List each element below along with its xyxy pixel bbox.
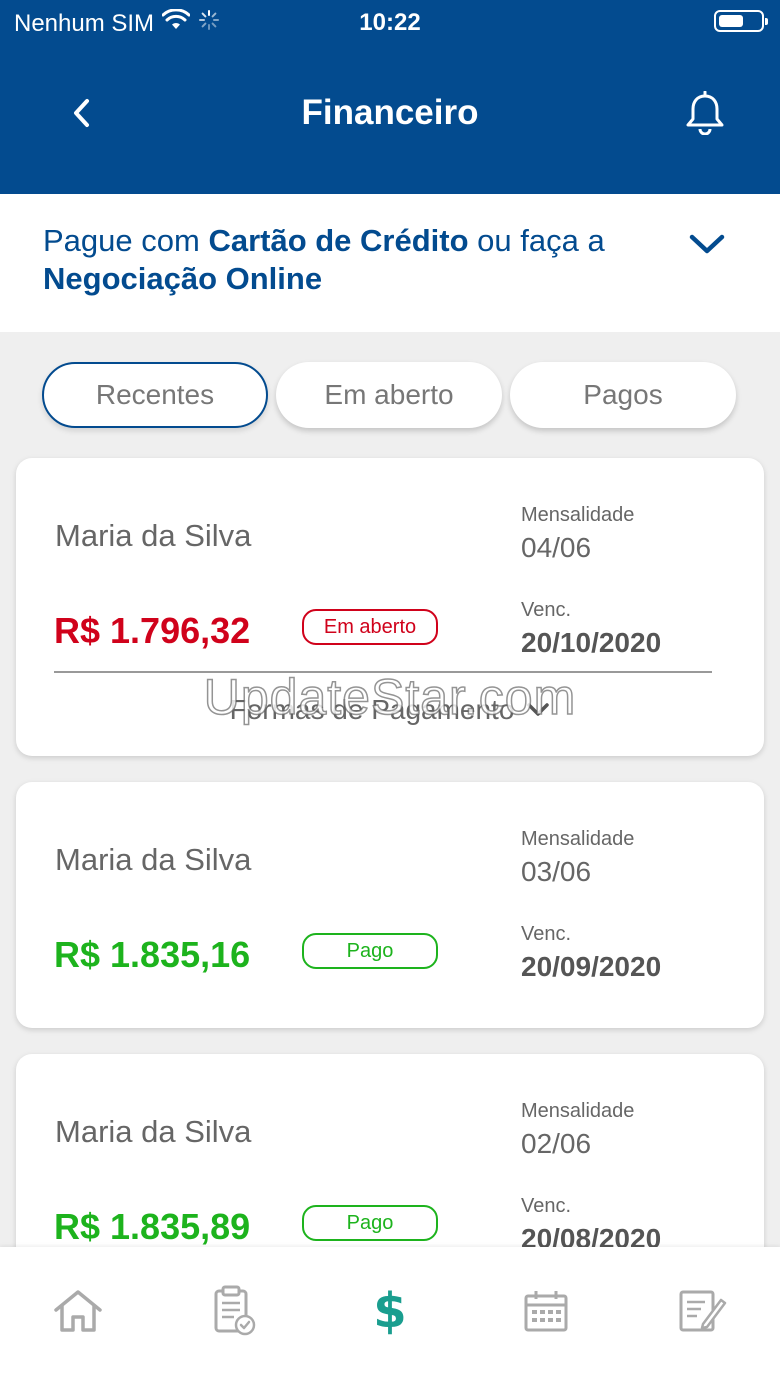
nav-financial[interactable]: $ — [360, 1281, 420, 1341]
status-badge: Pago — [302, 1205, 438, 1241]
dollar-icon: $ — [373, 1283, 407, 1339]
tab-recentes[interactable]: Recentes — [42, 362, 268, 428]
navigation-bar: Financeiro — [0, 80, 780, 150]
due-label: Venc. — [521, 599, 572, 621]
status-badge: Pago — [302, 933, 438, 969]
bell-icon — [686, 91, 724, 135]
notifications-button[interactable] — [680, 88, 730, 138]
home-icon — [54, 1290, 102, 1332]
promo-text: Pague com Cartão de Crédito ou faça a Ne… — [43, 222, 663, 298]
installment-number: 03/06 — [521, 856, 592, 887]
expand-promo-button[interactable] — [682, 224, 732, 264]
promo-credit-card: Cartão de Crédito — [208, 223, 469, 258]
student-name: Maria da Silva — [55, 1114, 252, 1149]
invoice-type-label: Mensalidade — [521, 828, 635, 850]
installment-number: 02/06 — [521, 1128, 592, 1159]
promo-prefix: Pague com — [43, 223, 209, 258]
student-name: Maria da Silva — [55, 518, 252, 553]
clipboard-check-icon — [214, 1285, 256, 1336]
status-bar: Nenhum SIM 10:22 — [0, 0, 780, 44]
tab-pagos[interactable]: Pagos — [510, 362, 736, 428]
page-title: Financeiro — [301, 93, 479, 132]
due-date: 20/09/2020 — [521, 951, 662, 982]
battery-level — [719, 15, 743, 27]
invoice-amount: R$ 1.796,32 — [54, 610, 251, 651]
nav-academic[interactable] — [204, 1281, 264, 1341]
invoice-type-label: Mensalidade — [521, 504, 635, 526]
installment-number: 04/06 — [521, 532, 592, 563]
invoice-card[interactable]: Maria da Silva R$ 1.835,16 Pago Mensalid… — [16, 782, 764, 1028]
invoice-amount: R$ 1.835,16 — [54, 934, 251, 975]
filter-tabs: Recentes Em aberto Pagos — [42, 362, 742, 428]
due-label: Venc. — [521, 1195, 572, 1217]
nav-home[interactable] — [48, 1281, 108, 1341]
student-name: Maria da Silva — [55, 842, 252, 877]
calendar-icon — [524, 1291, 568, 1332]
bottom-navigation: $ — [0, 1247, 780, 1387]
promo-negotiation: Negociação Online — [43, 261, 323, 296]
invoice-amount: R$ 1.835,89 — [54, 1206, 251, 1247]
status-time: 10:22 — [359, 9, 421, 36]
payment-promo-banner[interactable]: Pague com Cartão de Crédito ou faça a Ne… — [0, 194, 780, 332]
edit-document-icon — [679, 1290, 727, 1332]
watermark: UpdateStar.com — [203, 668, 577, 726]
invoice-type-label: Mensalidade — [521, 1100, 635, 1122]
tab-em-aberto[interactable]: Em aberto — [276, 362, 502, 428]
due-label: Venc. — [521, 923, 572, 945]
promo-middle: ou faça a — [468, 223, 605, 258]
due-date: 20/10/2020 — [521, 627, 662, 658]
nav-calendar[interactable] — [516, 1281, 576, 1341]
battery-icon — [714, 10, 768, 32]
status-badge: Em aberto — [302, 609, 438, 645]
chevron-down-icon — [689, 234, 725, 254]
nav-requests[interactable] — [672, 1281, 732, 1341]
app-header: Nenhum SIM 10:22 Financeiro — [0, 0, 780, 194]
